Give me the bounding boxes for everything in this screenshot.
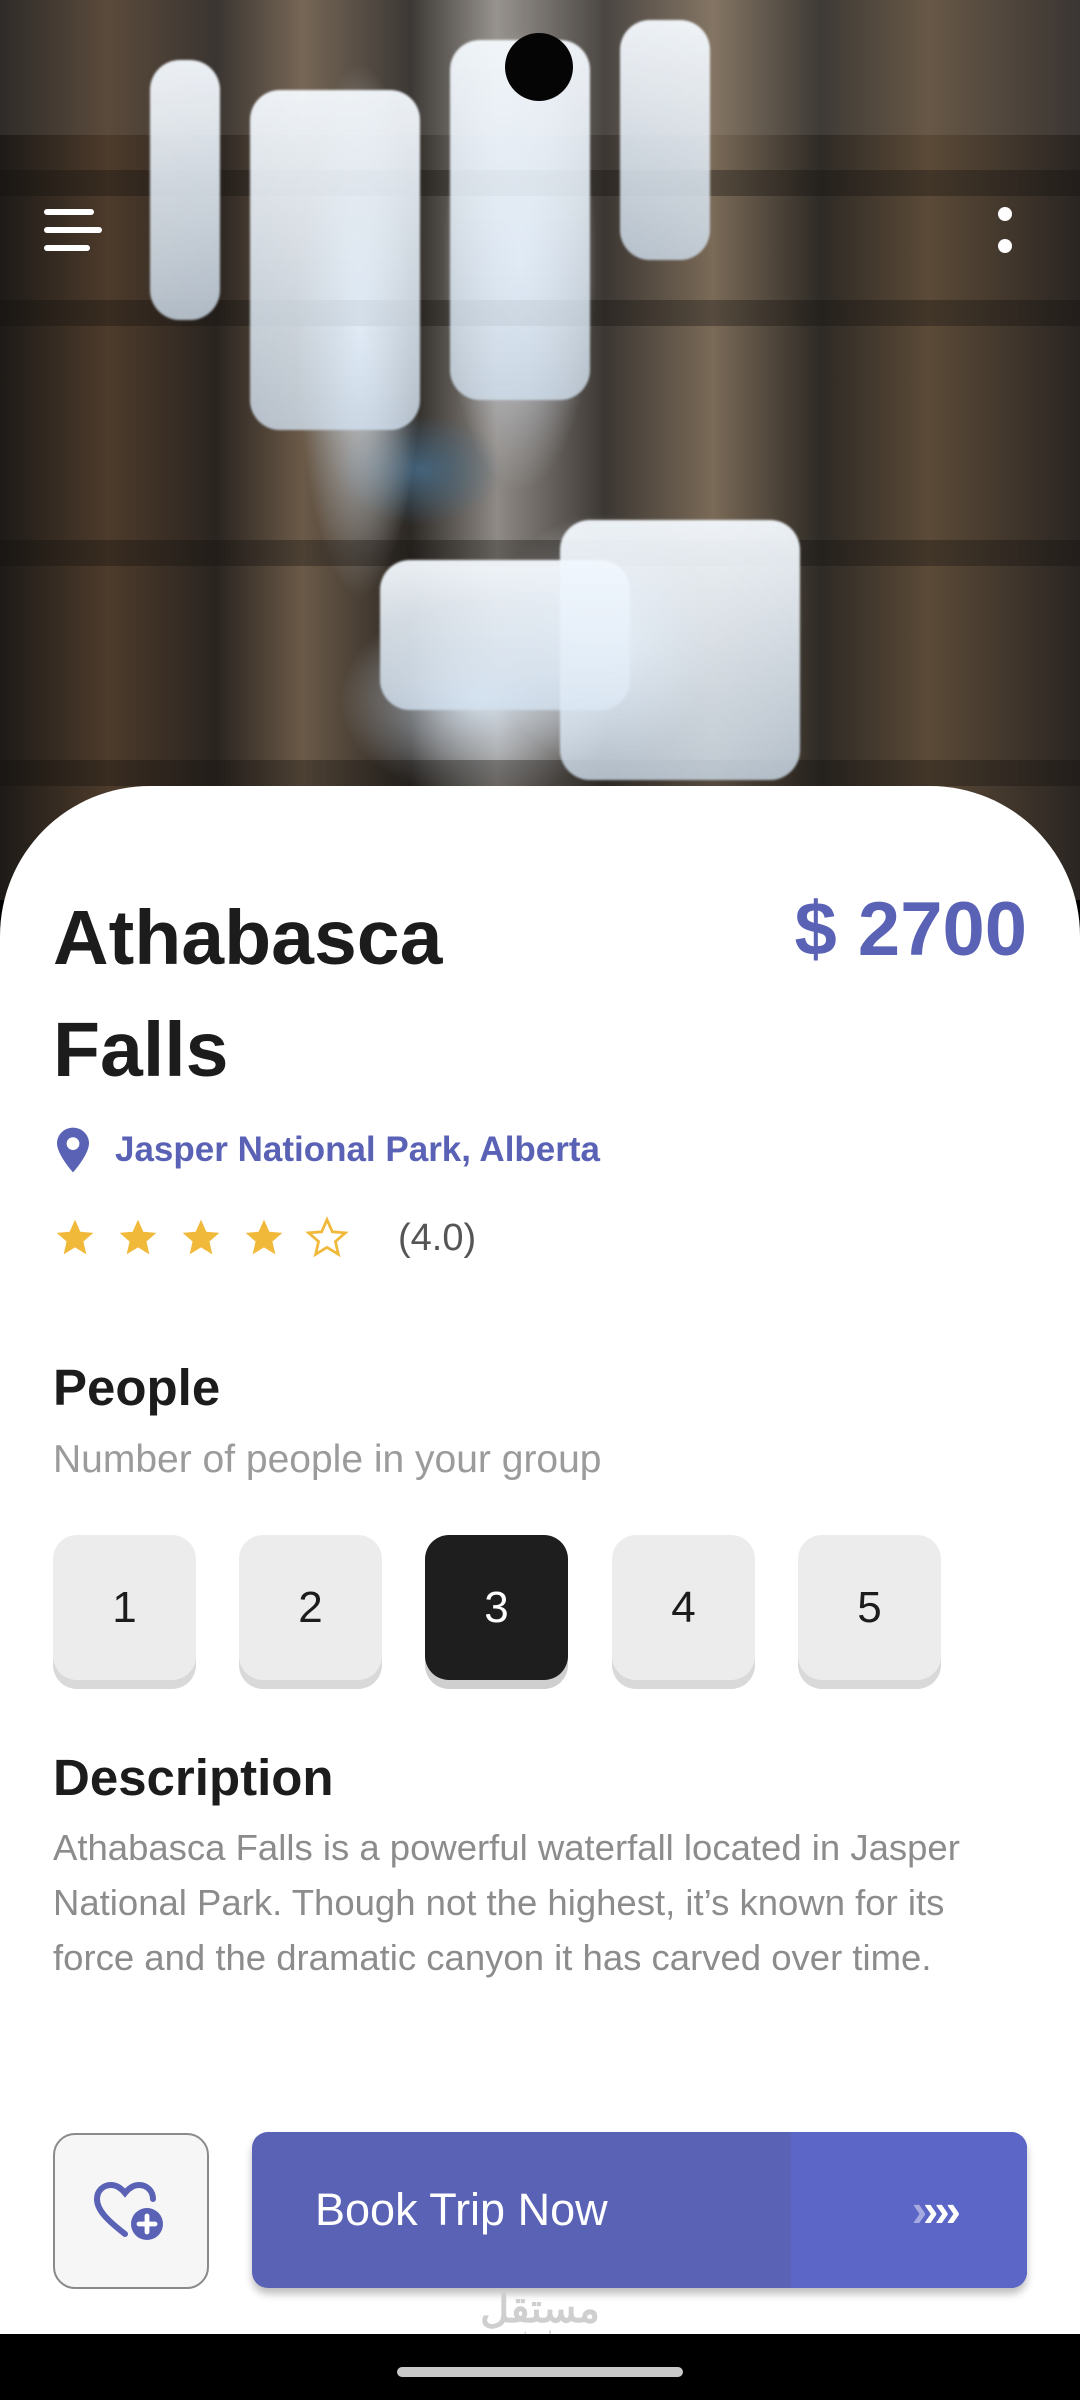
watermark-logo: مستقل bbox=[480, 2287, 600, 2331]
star-filled-icon bbox=[182, 1219, 220, 1255]
description-heading: Description bbox=[53, 1749, 334, 1806]
star-filled-icon bbox=[119, 1219, 157, 1255]
location-row: Jasper National Park, Alberta bbox=[53, 1122, 600, 1178]
more-options-button[interactable] bbox=[990, 205, 1022, 261]
people-option-1[interactable]: 1 bbox=[53, 1535, 196, 1680]
chevrons-right-icon: ›››› bbox=[911, 2132, 961, 2288]
chevrons-strong: ››› bbox=[923, 2184, 961, 2236]
rock-layer bbox=[0, 760, 1080, 786]
system-nav-bar bbox=[0, 2334, 1080, 2400]
star-filled-icon bbox=[245, 1219, 283, 1255]
rating-value: (4.0) bbox=[398, 1216, 477, 1259]
book-trip-button[interactable]: Book Trip Now ›››› bbox=[252, 2132, 1027, 2288]
hamburger-icon-line bbox=[44, 245, 90, 251]
map-pin-icon bbox=[57, 1127, 89, 1173]
heart-plus-icon bbox=[93, 2181, 163, 2240]
hamburger-icon bbox=[44, 209, 94, 215]
menu-button[interactable] bbox=[40, 205, 106, 255]
people-option-3-selected[interactable]: 3 bbox=[425, 1535, 568, 1680]
price-label: $ 2700 bbox=[794, 887, 1027, 972]
people-option-4[interactable]: 4 bbox=[612, 1535, 755, 1680]
people-heading: People bbox=[53, 1359, 221, 1416]
star-outline-icon bbox=[305, 1216, 349, 1258]
people-option-5[interactable]: 5 bbox=[798, 1535, 941, 1680]
vertical-dots-icon-dot bbox=[998, 239, 1012, 253]
book-trip-label: Book Trip Now bbox=[315, 2184, 608, 2235]
hamburger-icon-line bbox=[44, 227, 102, 233]
location-text: Jasper National Park, Alberta bbox=[115, 1130, 601, 1169]
chevron-faint: › bbox=[911, 2184, 927, 2236]
vertical-dots-icon bbox=[998, 207, 1012, 221]
rating-row: (4.0) bbox=[53, 1210, 476, 1266]
people-subheading: Number of people in your group bbox=[53, 1438, 602, 1481]
star-filled-icon bbox=[56, 1219, 94, 1255]
waterfall-stream bbox=[250, 90, 420, 430]
hero-image bbox=[0, 0, 1080, 900]
front-camera bbox=[505, 33, 573, 101]
waterfall-stream bbox=[560, 520, 800, 780]
people-option-2[interactable]: 2 bbox=[239, 1535, 382, 1680]
add-to-favorites-button[interactable] bbox=[53, 2133, 209, 2289]
destination-title: Athabasca Falls bbox=[53, 895, 443, 1093]
description-text: Athabasca Falls is a powerful waterfall … bbox=[53, 1827, 960, 1978]
home-indicator[interactable] bbox=[397, 2367, 683, 2377]
arrow-zone bbox=[791, 2132, 1027, 2288]
